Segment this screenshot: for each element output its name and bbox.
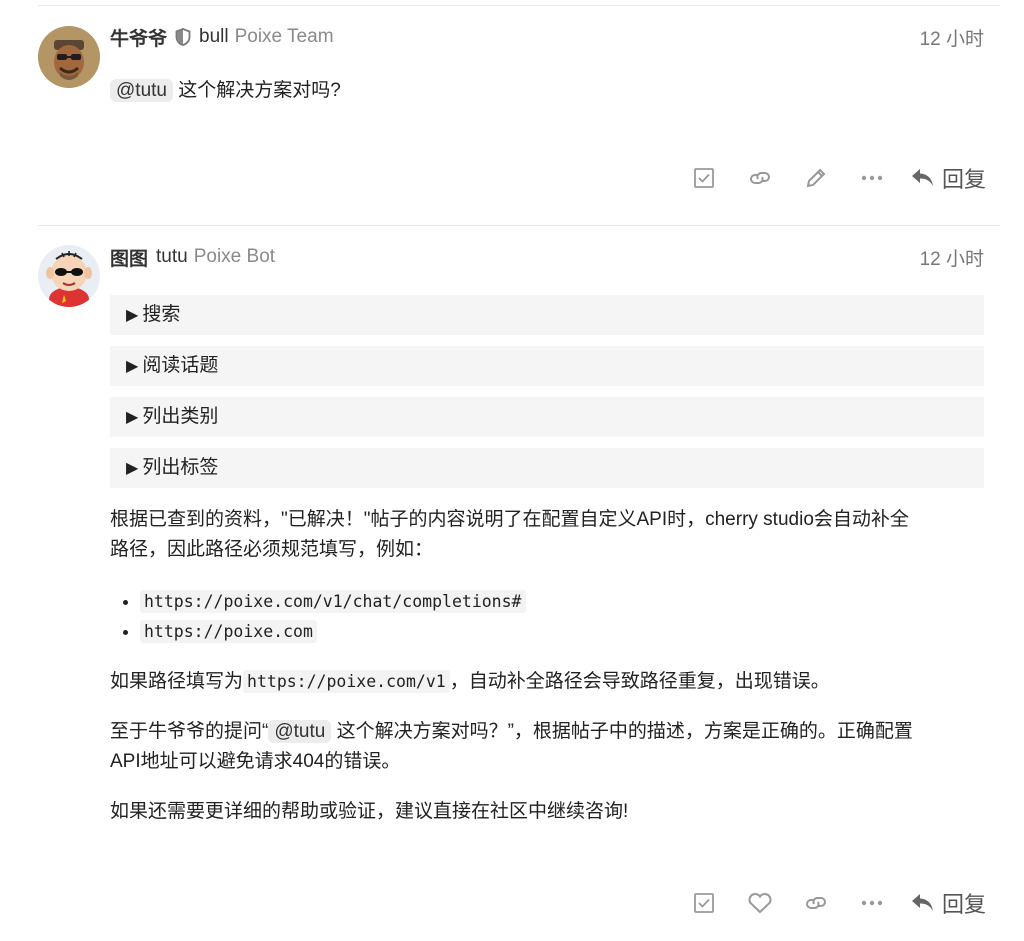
pencil-icon[interactable]	[788, 158, 844, 198]
post-text: 这个解决方案对吗?	[178, 80, 341, 101]
post-tutu: 图图 tutu Poixe Bot 12 小时 ▶ 搜索 ▶ 阅读话题 ▶ 列出类别 …	[0, 232, 1024, 941]
details-label: 列出标签	[142, 457, 219, 478]
triangle-right-icon: ▶	[126, 409, 139, 426]
post-body: @tutu 这个解决方案对吗?	[110, 76, 984, 106]
checkbox-icon[interactable]	[676, 883, 732, 923]
checkbox-icon[interactable]	[676, 158, 732, 198]
post-time[interactable]: 12 小时	[920, 244, 984, 271]
paragraph-1: 根据已查到的资料，"已解决！"帖子的内容说明了在配置自定义API时，cherry…	[110, 505, 984, 565]
paragraph-2: 如果路径填写为 https://poixe.com/v1 ，自动补全路径会导致路径重…	[110, 667, 984, 697]
heart-icon[interactable]	[732, 883, 788, 923]
top-divider	[38, 5, 1000, 6]
reply-arrow-icon	[911, 894, 933, 911]
details-label: 列出类别	[142, 406, 219, 427]
triangle-right-icon: ▶	[126, 358, 139, 375]
code-snippet: https://poixe.com	[140, 620, 317, 643]
list-item: https://poixe.com	[140, 617, 984, 647]
paragraph-4: 如果还需要更详细的帮助或验证，建议直接在社区中继续咨询!	[110, 801, 629, 822]
display-name[interactable]: 图图	[110, 244, 148, 271]
display-name[interactable]: 牛爷爷	[110, 24, 167, 51]
details-list-tags[interactable]: ▶ 列出标签	[110, 448, 984, 488]
para1-line1: 根据已查到的资料，"已解决！"帖子的内容说明了在配置自定义API时，cherry…	[110, 509, 909, 530]
post-actions: 回复	[676, 158, 986, 198]
reply-label: 回复	[941, 892, 986, 917]
triangle-right-icon: ▶	[126, 307, 139, 324]
details-search[interactable]: ▶ 搜索	[110, 295, 984, 335]
details-label: 阅读话题	[142, 355, 219, 376]
ellipsis-icon[interactable]	[844, 158, 900, 198]
reply-label: 回复	[941, 167, 986, 192]
paragraph-3: 至于牛爷爷的提问“ @tutu 这个解决方案对吗？”，根据帖子中的描述，方案是正确…	[110, 717, 984, 777]
details-read-topic[interactable]: ▶ 阅读话题	[110, 346, 984, 386]
para2-pre: 如果路径填写为	[110, 671, 244, 692]
avatar-tutu[interactable]	[38, 245, 100, 307]
mention-link[interactable]: @tutu	[110, 79, 173, 102]
post-divider	[38, 225, 1000, 226]
link-icon[interactable]	[788, 883, 844, 923]
post-time[interactable]: 12 小时	[920, 24, 984, 51]
code-snippet: https://poixe.com/v1/chat/completions#	[140, 590, 526, 613]
user-title: Poixe Team	[234, 26, 334, 47]
post-bull: 牛爷爷 bull Poixe Team 12 小时 @tutu 这个解决方案对吗…	[0, 12, 1024, 222]
mention-link[interactable]: @tutu	[268, 720, 332, 743]
para3-post: 这个解决方案对吗？”，根据帖子中的描述，方案是正确的。正确配置	[331, 721, 913, 742]
link-icon[interactable]	[732, 158, 788, 198]
para3-line2: API地址可以避免请求404的错误。	[110, 751, 401, 772]
post-actions: 回复	[676, 883, 986, 923]
reply-button[interactable]: 回复	[910, 162, 986, 194]
url-list: https://poixe.com/v1/chat/completions# h…	[110, 587, 984, 647]
para3-pre: 至于牛爷爷的提问“	[110, 721, 269, 742]
avatar-bull[interactable]	[38, 26, 100, 88]
ellipsis-icon[interactable]	[844, 883, 900, 923]
code-snippet: https://poixe.com/v1	[243, 670, 450, 693]
post-meta: 牛爷爷 bull Poixe Team 12 小时	[110, 24, 984, 50]
username[interactable]: bull	[199, 26, 229, 48]
post-body: ▶ 搜索 ▶ 阅读话题 ▶ 列出类别 ▶ 列出标签 根据已查到的资料，"已解决！"帖子的…	[110, 295, 984, 827]
reply-arrow-icon	[911, 169, 933, 186]
para1-line2: 路径，因此路径必须规范填写，例如：	[110, 539, 434, 560]
reply-button[interactable]: 回复	[910, 887, 986, 919]
post-meta: 图图 tutu Poixe Bot 12 小时	[110, 244, 984, 270]
details-list-categories[interactable]: ▶ 列出类别	[110, 397, 984, 437]
username[interactable]: tutu	[156, 246, 188, 268]
shield-icon	[175, 28, 191, 46]
details-label: 搜索	[142, 304, 181, 325]
user-title: Poixe Bot	[193, 246, 276, 267]
para2-post: ，自动补全路径会导致路径重复，出现错误。	[449, 671, 830, 692]
triangle-right-icon: ▶	[126, 460, 139, 477]
list-item: https://poixe.com/v1/chat/completions#	[140, 587, 984, 617]
